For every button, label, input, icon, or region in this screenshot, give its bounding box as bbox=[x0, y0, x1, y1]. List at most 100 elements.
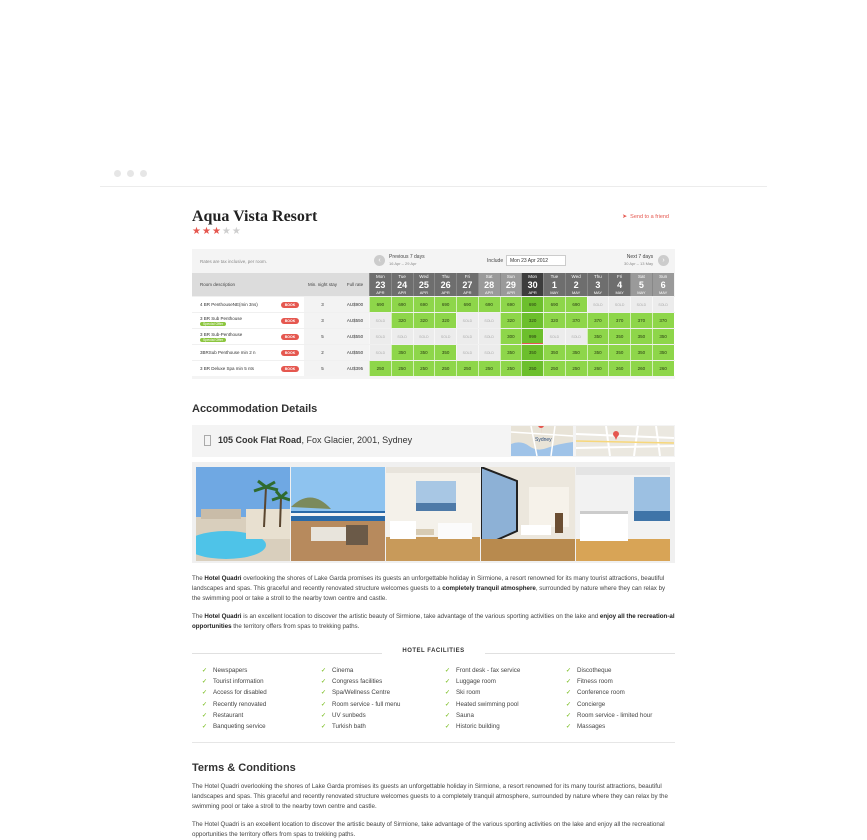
room-name[interactable]: 3 BR Deluxe Spa min 5 nts bbox=[200, 366, 276, 371]
price-cell[interactable]: 320 bbox=[412, 313, 435, 328]
terrace-photo[interactable] bbox=[291, 467, 385, 561]
previous-week-label[interactable]: Previous 7 days 16 Apr – 29 Apr bbox=[389, 254, 425, 266]
price-cell[interactable]: 350 bbox=[586, 329, 609, 344]
book-button[interactable]: BOOK bbox=[280, 333, 300, 340]
book-button[interactable]: BOOK bbox=[280, 365, 300, 372]
send-to-friend-link[interactable]: ➤ Send to a friend bbox=[622, 213, 669, 221]
price-cell[interactable]: 300 bbox=[499, 329, 522, 344]
price-cell[interactable]: 260 bbox=[630, 361, 652, 376]
price-cell[interactable]: 350 bbox=[608, 329, 630, 344]
price-cell[interactable]: 350 bbox=[586, 345, 609, 360]
price-cell[interactable]: 320 bbox=[390, 313, 413, 328]
price-cell[interactable]: 370 bbox=[651, 313, 674, 328]
price-cell[interactable]: 370 bbox=[630, 313, 652, 328]
price-cell[interactable]: 250 bbox=[390, 361, 413, 376]
tax-note: Rates are tax inclusive, per room. bbox=[200, 259, 268, 264]
price-cell[interactable]: 350 bbox=[651, 329, 674, 344]
price-cell[interactable]: 350 bbox=[630, 329, 652, 344]
date-month: APR bbox=[398, 289, 407, 295]
price-cell[interactable]: 690 bbox=[564, 297, 587, 312]
price-cell[interactable]: 260 bbox=[608, 361, 630, 376]
price-cell[interactable]: 690 bbox=[369, 297, 391, 312]
facility-label: Newspapers bbox=[213, 667, 248, 674]
facility-label: Conference room bbox=[577, 689, 625, 697]
include-date-input[interactable] bbox=[506, 255, 566, 266]
price-cell[interactable]: 350 bbox=[434, 345, 456, 360]
map-thumbnail-large[interactable] bbox=[576, 426, 674, 456]
date-number: 30 bbox=[527, 279, 538, 290]
facility-item: ✓ Massages bbox=[566, 721, 652, 732]
description-text: the territory offers from spas to trekki… bbox=[231, 623, 360, 630]
price-cell[interactable]: 350 bbox=[630, 345, 652, 360]
sold-out-cell: SOLD bbox=[412, 329, 435, 344]
hotel-name-emphasis: Hotel Quadri bbox=[204, 613, 242, 620]
price-cell[interactable]: 250 bbox=[521, 361, 543, 376]
room-name[interactable]: 4 BR PenthouseNE(min 3ns) bbox=[200, 302, 276, 307]
next-week-label[interactable]: Next 7 days 30 Apr – 13 May bbox=[624, 254, 653, 266]
price-cell[interactable]: 250 bbox=[477, 361, 500, 376]
date-number: 28 bbox=[484, 279, 495, 290]
book-cell: BOOK bbox=[276, 313, 304, 328]
price-cell[interactable]: 350 bbox=[543, 345, 565, 360]
price-cell[interactable]: 370 bbox=[608, 313, 630, 328]
price-cell[interactable]: 690 bbox=[434, 297, 456, 312]
pool-photo[interactable] bbox=[196, 467, 290, 561]
facility-item: ✓ Conference room bbox=[566, 687, 652, 698]
price-cell[interactable]: 320 bbox=[521, 313, 543, 328]
price-cell[interactable]: 350 bbox=[564, 345, 587, 360]
price-cell[interactable]: 370 bbox=[586, 313, 609, 328]
date-column-header: Mon 23 APR bbox=[369, 273, 391, 296]
room-name[interactable]: 3 BR Sub Penthouse bbox=[200, 316, 276, 321]
price-cell[interactable]: 250 bbox=[456, 361, 478, 376]
facility-item: ✓ Newspapers bbox=[202, 665, 267, 676]
price-cell[interactable]: 250 bbox=[499, 361, 522, 376]
room-row: 4 BR PenthouseNE(min 3ns) BOOK 3 AU$900 690 6… bbox=[192, 296, 675, 312]
book-button[interactable]: BOOK bbox=[280, 301, 300, 308]
lounge-photo[interactable] bbox=[481, 467, 575, 561]
date-month: APR bbox=[441, 289, 450, 295]
date-month: APR bbox=[463, 289, 472, 295]
price-cell[interactable]: 250 bbox=[564, 361, 587, 376]
map-thumbnail[interactable]: Sydney bbox=[511, 426, 573, 456]
price-cell[interactable]: 320 bbox=[499, 313, 522, 328]
book-button[interactable]: BOOK bbox=[280, 317, 300, 324]
room-name-cell: 3 BR Deluxe Spa min 5 nts bbox=[192, 361, 276, 376]
facility-item: ✓ Cinema bbox=[321, 665, 400, 676]
price-cell[interactable]: 350 bbox=[390, 345, 413, 360]
price-cell[interactable]: 350 bbox=[521, 345, 543, 360]
date-day: Sat bbox=[485, 274, 493, 279]
price-cell[interactable]: 250 bbox=[412, 361, 435, 376]
next-week-button[interactable]: › bbox=[658, 255, 669, 266]
price-cell[interactable]: 350 bbox=[499, 345, 522, 360]
description-paragraph-2: The Hotel Quadri is an excellent locatio… bbox=[192, 612, 675, 632]
price-cell[interactable]: 690 bbox=[456, 297, 478, 312]
price-cell[interactable]: 370 bbox=[564, 313, 587, 328]
price-cell[interactable]: 320 bbox=[543, 313, 565, 328]
previous-week-button[interactable]: ‹ bbox=[374, 255, 385, 266]
kitchen-photo[interactable] bbox=[576, 467, 670, 561]
room-name[interactable]: 3 BR Sub-Penthouse bbox=[200, 332, 276, 337]
price-cell[interactable]: 690 bbox=[390, 297, 413, 312]
book-button[interactable]: BOOK bbox=[280, 349, 300, 356]
price-cell[interactable]: 350 bbox=[412, 345, 435, 360]
room-name[interactable]: 3BRSub Penthouse min 2 n bbox=[200, 350, 276, 355]
price-cell[interactable]: 250 bbox=[369, 361, 391, 376]
price-cell[interactable]: 690 bbox=[543, 297, 565, 312]
price-cell[interactable]: 690 bbox=[477, 297, 500, 312]
price-cell[interactable]: 260 bbox=[651, 361, 674, 376]
living-room-photo[interactable] bbox=[386, 467, 480, 561]
price-cell[interactable]: 690 bbox=[412, 297, 435, 312]
rate-grid-header: Room description Min. night stay Full ra… bbox=[192, 273, 675, 296]
window-dot bbox=[127, 170, 134, 177]
price-cell[interactable]: 320 bbox=[434, 313, 456, 328]
price-cell[interactable]: 999 bbox=[521, 329, 543, 344]
price-cell[interactable]: 250 bbox=[543, 361, 565, 376]
price-cell[interactable]: 260 bbox=[586, 361, 609, 376]
price-cell[interactable]: 250 bbox=[434, 361, 456, 376]
price-cell[interactable]: 690 bbox=[499, 297, 522, 312]
price-cell[interactable]: 350 bbox=[651, 345, 674, 360]
facility-label: Congress facilities bbox=[332, 678, 383, 686]
price-cell[interactable]: 690 bbox=[521, 297, 543, 312]
min-stay-value: 3 bbox=[304, 297, 341, 312]
price-cell[interactable]: 350 bbox=[608, 345, 630, 360]
